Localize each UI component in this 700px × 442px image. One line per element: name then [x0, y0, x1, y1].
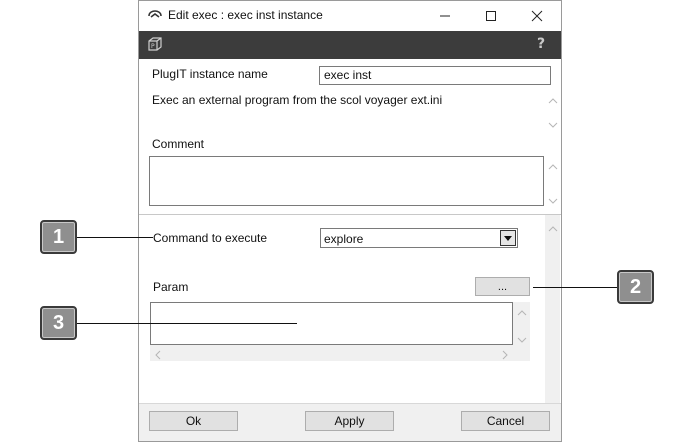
scroll-up-icon [548, 222, 558, 236]
callout-1: 1 [40, 220, 77, 254]
scroll-down-icon [548, 118, 558, 128]
minimize-icon [439, 10, 451, 22]
chevron-down-icon [504, 231, 512, 245]
callout-3: 3 [40, 306, 77, 340]
plugit-description: Exec an external program from the scol v… [152, 93, 443, 107]
callout-1-leader [77, 237, 153, 238]
scroll-left-icon [154, 349, 162, 363]
toolbar [139, 31, 561, 59]
cancel-button[interactable]: Cancel [461, 411, 550, 431]
help-icon[interactable]: ? [537, 36, 551, 52]
comment-textarea[interactable] [149, 156, 544, 206]
apply-button[interactable]: Apply [305, 411, 394, 431]
callout-2-leader [533, 287, 618, 288]
comment-label: Comment [152, 137, 205, 151]
maximize-button[interactable] [468, 2, 514, 30]
param-label: Param [153, 280, 189, 294]
cube-icon[interactable]: P [147, 36, 163, 52]
app-icon [147, 9, 163, 21]
scroll-up-icon [548, 94, 558, 104]
minimize-button[interactable] [422, 2, 468, 30]
callout-3-leader [77, 323, 297, 324]
param-vertical-scrollbar[interactable] [513, 302, 530, 345]
description-scrollbar[interactable] [546, 90, 560, 130]
window-title: Edit exec : exec inst instance [168, 8, 323, 22]
svg-text:P: P [151, 43, 155, 50]
ok-button[interactable]: Ok [149, 411, 238, 431]
instance-name-label: PlugIT instance name [152, 67, 268, 81]
panel-scrollbar[interactable] [545, 215, 560, 403]
scroll-up-icon [517, 306, 527, 320]
comment-scrollbar[interactable] [546, 156, 560, 206]
command-dropdown-button[interactable] [500, 230, 516, 246]
maximize-icon [485, 10, 497, 22]
command-label: Command to execute [153, 231, 268, 245]
param-browse-button[interactable]: ... [475, 277, 530, 296]
command-select-value: explore [324, 232, 364, 246]
close-icon [531, 10, 543, 22]
instance-name-input[interactable]: exec inst [319, 66, 551, 85]
scroll-down-icon [548, 194, 558, 204]
scroll-right-icon [501, 349, 509, 363]
param-horizontal-scrollbar[interactable] [150, 345, 530, 361]
callout-2: 2 [617, 270, 654, 304]
close-button[interactable] [514, 2, 560, 30]
scroll-up-icon [548, 160, 558, 170]
